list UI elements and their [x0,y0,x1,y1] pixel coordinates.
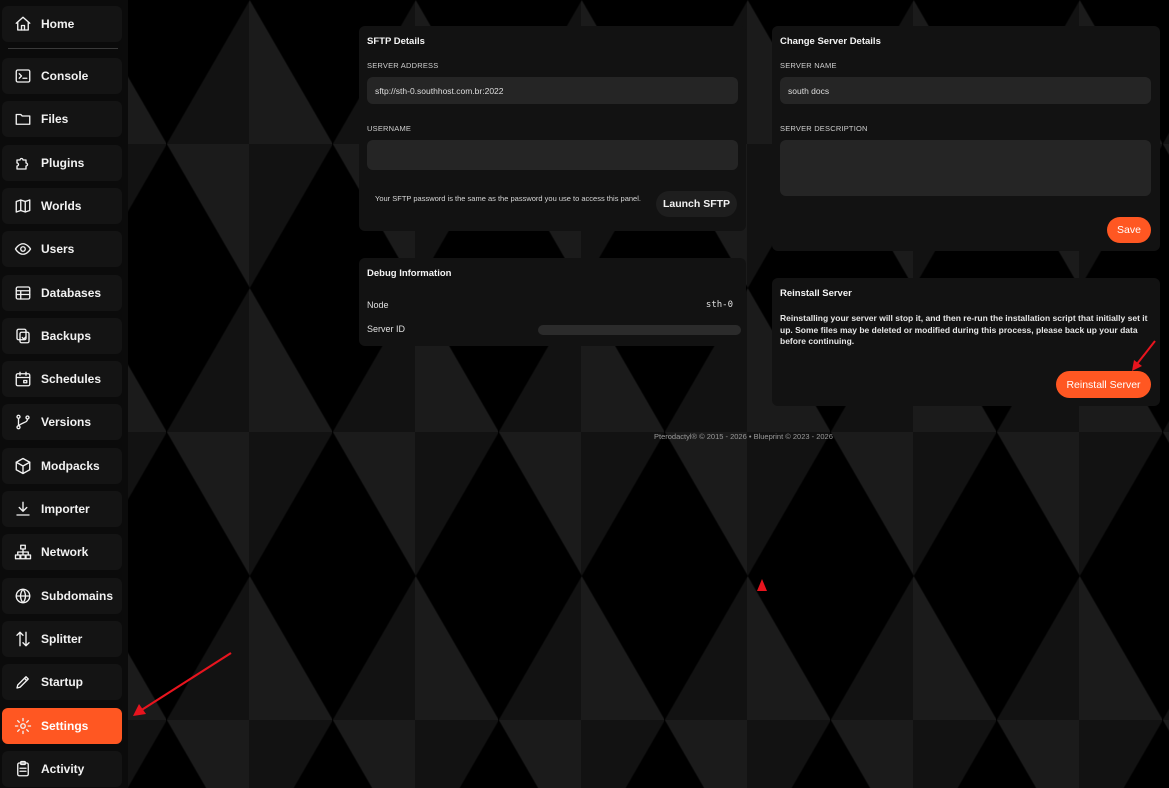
sidebar-item-subdomains[interactable]: Subdomains [2,578,122,614]
debug-information-card: Debug Information Node sth-0 Server ID [359,258,746,346]
sidebar-item-label: Schedules [41,372,102,386]
sftp-details-card: SFTP Details SERVER ADDRESS USERNAME You… [359,26,746,231]
sidebar-item-splitter[interactable]: Splitter [2,621,122,657]
sidebar-item-users[interactable]: Users [2,231,122,267]
sidebar-item-startup[interactable]: Startup [2,664,122,700]
cursor-triangle-icon [757,579,767,591]
sftp-password-note: Your SFTP password is the same as the pa… [375,194,641,203]
footer-copyright: Pterodactyl® © 2015 - 2026 • Blueprint ©… [654,432,833,441]
card-title: SFTP Details [367,36,425,47]
sidebar-item-console[interactable]: Console [2,58,122,94]
sidebar-item-label: Backups [41,329,92,343]
sidebar-item-files[interactable]: Files [2,101,122,137]
sidebar-item-schedules[interactable]: Schedules [2,361,122,397]
pencil-icon [14,673,32,691]
node-label: Node [367,300,389,310]
sidebar-item-label: Versions [41,415,92,429]
server-description-input[interactable] [780,140,1151,196]
card-title: Reinstall Server [780,288,852,299]
server-name-input[interactable] [780,77,1151,104]
sidebar-item-backups[interactable]: Backups [2,318,122,354]
server-name-label: SERVER NAME [780,61,837,70]
server-id-value[interactable] [538,325,741,335]
home-icon [14,15,32,33]
card-title: Debug Information [367,268,452,279]
sidebar-item-label: Users [41,242,75,256]
sidebar-item-label: Activity [41,762,85,776]
backup-icon [14,327,32,345]
sidebar-item-label: Home [41,17,75,31]
sitemap-icon [14,543,32,561]
sidebar-item-modpacks[interactable]: Modpacks [2,448,122,484]
server-address-label: SERVER ADDRESS [367,61,439,70]
sidebar-item-settings[interactable]: Settings [2,708,122,744]
username-input[interactable] [367,140,738,170]
sidebar-item-label: Splitter [41,632,83,646]
card-title: Change Server Details [780,36,881,47]
sidebar-item-label: Worlds [41,199,82,213]
sidebar-item-home[interactable]: Home [2,6,122,42]
reinstall-warning-text: Reinstalling your server will stop it, a… [780,313,1148,346]
puzzle-icon [14,154,32,172]
git-branch-icon [14,413,32,431]
clipboard-icon [14,760,32,778]
sidebar-item-activity[interactable]: Activity [2,751,122,787]
sidebar-item-network[interactable]: Network [2,534,122,570]
node-value: sth-0 [705,300,733,310]
sidebar-item-label: Console [41,69,89,83]
download-icon [14,500,32,518]
sidebar-item-importer[interactable]: Importer [2,491,122,527]
reinstall-server-button[interactable]: Reinstall Server [1056,371,1151,398]
sidebar-item-label: Startup [41,675,83,689]
sidebar-item-label: Databases [41,286,102,300]
sidebar: Home Console Files Plugins Worlds Users … [0,0,128,788]
server-address-input[interactable] [367,77,738,104]
server-id-label: Server ID [367,324,406,334]
username-label: USERNAME [367,124,412,133]
sidebar-divider [8,48,118,49]
sidebar-item-plugins[interactable]: Plugins [2,145,122,181]
gear-icon [14,717,32,735]
terminal-icon [14,67,32,85]
globe-icon [14,587,32,605]
sidebar-item-label: Plugins [41,156,85,170]
calendar-icon [14,370,32,388]
change-server-details-card: Change Server Details SERVER NAME SERVER… [772,26,1160,251]
server-description-label: SERVER DESCRIPTION [780,124,868,133]
save-button[interactable]: Save [1107,217,1151,243]
reinstall-server-card: Reinstall Server Reinstalling your serve… [772,278,1160,406]
sidebar-item-label: Modpacks [41,459,100,473]
sidebar-item-label: Subdomains [41,589,114,603]
annotation-arrow-icon [133,652,232,716]
split-arrows-icon [14,630,32,648]
launch-sftp-button[interactable]: Launch SFTP [656,191,737,217]
sidebar-item-label: Network [41,545,89,559]
folder-icon [14,110,32,128]
eye-icon [14,240,32,258]
sidebar-item-versions[interactable]: Versions [2,404,122,440]
sidebar-item-label: Settings [41,719,89,733]
map-icon [14,197,32,215]
sidebar-item-worlds[interactable]: Worlds [2,188,122,224]
package-icon [14,457,32,475]
sidebar-item-label: Importer [41,502,90,516]
sidebar-item-databases[interactable]: Databases [2,275,122,311]
sidebar-item-label: Files [41,112,69,126]
table-icon [14,284,32,302]
